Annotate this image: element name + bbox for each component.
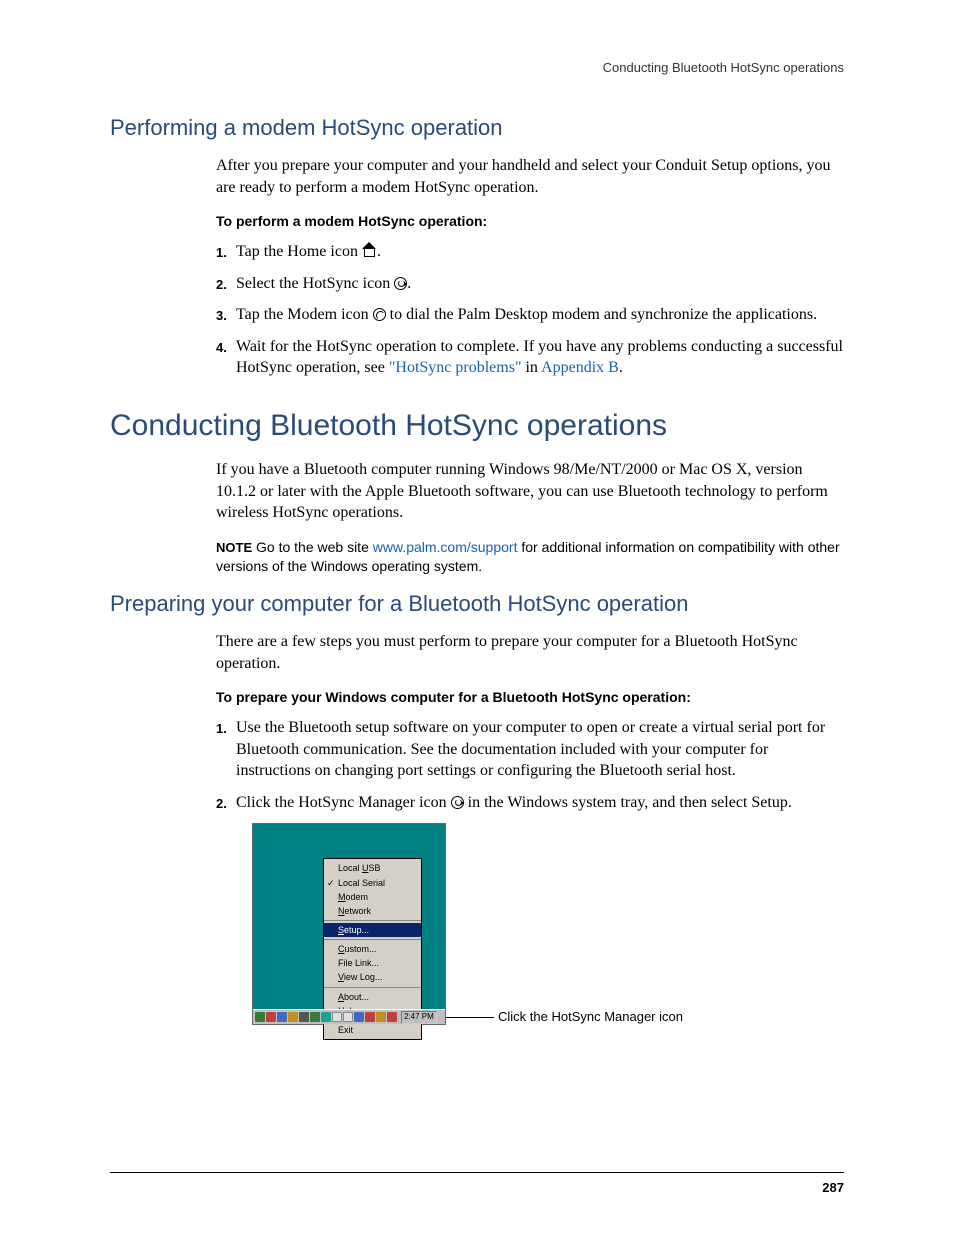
section-bluetooth-intro: If you have a Bluetooth computer running… [216, 459, 844, 577]
tray-icon[interactable] [277, 1012, 287, 1022]
subheading-perform-modem: To perform a modem HotSync operation: [216, 212, 844, 231]
step-text: Select the HotSync icon . [236, 273, 844, 295]
step-4: 4. Wait for the HotSync operation to com… [216, 336, 844, 379]
running-header: Conducting Bluetooth HotSync operations [110, 60, 844, 75]
home-icon [362, 243, 377, 258]
step-text: Tap the Modem icon to dial the Palm Desk… [236, 304, 844, 326]
taskbar-clock: 2:47 PM [401, 1011, 437, 1024]
step-1: 1. Tap the Home icon . [216, 241, 844, 263]
hotsync-icon [394, 277, 407, 290]
hotsync-manager-tray-icon[interactable] [387, 1012, 397, 1022]
menu-item-view-log[interactable]: View Log... [324, 970, 421, 984]
tray-icon[interactable] [376, 1012, 386, 1022]
menu-item-file-link[interactable]: File Link... [324, 956, 421, 970]
intro-paragraph: There are a few steps you must perform t… [216, 631, 844, 674]
menu-item-local-serial[interactable]: ✓Local Serial [324, 876, 421, 890]
tray-icon[interactable] [354, 1012, 364, 1022]
section-modem-hotsync: After you prepare your computer and your… [216, 155, 844, 379]
modem-icon [373, 308, 386, 321]
step-3: 3. Tap the Modem icon to dial the Palm D… [216, 304, 844, 326]
menu-item-network[interactable]: Network [324, 904, 421, 918]
windows-taskbar: 2:47 PM [253, 1009, 445, 1024]
tray-icon[interactable] [365, 1012, 375, 1022]
figure-wrap: Local USB ✓Local Serial Modem Network Se… [252, 823, 844, 1025]
link-palm-support[interactable]: www.palm.com/support [373, 539, 518, 555]
step-text: Tap the Home icon . [236, 241, 844, 263]
subheading-prepare-windows: To prepare your Windows computer for a B… [216, 688, 844, 707]
hotsync-icon [451, 796, 464, 809]
figure-caption: Click the HotSync Manager icon [498, 1008, 683, 1026]
menu-item-about[interactable]: About... [324, 990, 421, 1004]
step-text: Use the Bluetooth setup software on your… [236, 717, 844, 782]
tray-icon[interactable] [321, 1012, 331, 1022]
callout-line [446, 1017, 494, 1018]
heading-performing-modem-hotsync: Performing a modem HotSync operation [110, 115, 844, 141]
tray-icon[interactable] [288, 1012, 298, 1022]
tray-icon[interactable] [299, 1012, 309, 1022]
heading-preparing-computer: Preparing your computer for a Bluetooth … [110, 591, 844, 617]
tray-icon[interactable] [332, 1012, 342, 1022]
step-1: 1. Use the Bluetooth setup software on y… [216, 717, 844, 782]
tray-icon[interactable] [266, 1012, 276, 1022]
page-number: 287 [822, 1180, 844, 1195]
step-number: 1. [216, 241, 236, 263]
step-number: 1. [216, 717, 236, 782]
heading-conducting-bluetooth: Conducting Bluetooth HotSync operations [110, 409, 844, 443]
step-number: 2. [216, 273, 236, 295]
menu-item-setup[interactable]: Setup... [324, 923, 421, 937]
link-appendix-b[interactable]: Appendix B [541, 359, 619, 376]
step-2: 2. Click the HotSync Manager icon in the… [216, 792, 844, 814]
footer-rule [110, 1172, 844, 1173]
step-number: 2. [216, 792, 236, 814]
step-number: 3. [216, 304, 236, 326]
intro-paragraph: After you prepare your computer and your… [216, 155, 844, 198]
menu-item-custom[interactable]: Custom... [324, 942, 421, 956]
step-2: 2. Select the HotSync icon . [216, 273, 844, 295]
menu-item-modem[interactable]: Modem [324, 890, 421, 904]
intro-paragraph: If you have a Bluetooth computer running… [216, 459, 844, 524]
note-block: NOTE Go to the web site www.palm.com/sup… [216, 538, 844, 577]
link-hotsync-problems[interactable]: "HotSync problems" [389, 359, 522, 376]
tray-icon[interactable] [343, 1012, 353, 1022]
step-text: Wait for the HotSync operation to comple… [236, 336, 844, 379]
step-text: Click the HotSync Manager icon in the Wi… [236, 792, 844, 814]
step-number: 4. [216, 336, 236, 379]
tray-icon[interactable] [255, 1012, 265, 1022]
menu-item-local-usb[interactable]: Local USB [324, 861, 421, 875]
page: Conducting Bluetooth HotSync operations … [0, 0, 954, 1235]
tray-icon[interactable] [310, 1012, 320, 1022]
note-label: NOTE [216, 540, 252, 555]
screenshot-hotsync-menu: Local USB ✓Local Serial Modem Network Se… [252, 823, 446, 1025]
system-tray [255, 1012, 397, 1022]
section-preparing: There are a few steps you must perform t… [216, 631, 844, 1025]
menu-item-exit[interactable]: Exit [324, 1023, 421, 1037]
